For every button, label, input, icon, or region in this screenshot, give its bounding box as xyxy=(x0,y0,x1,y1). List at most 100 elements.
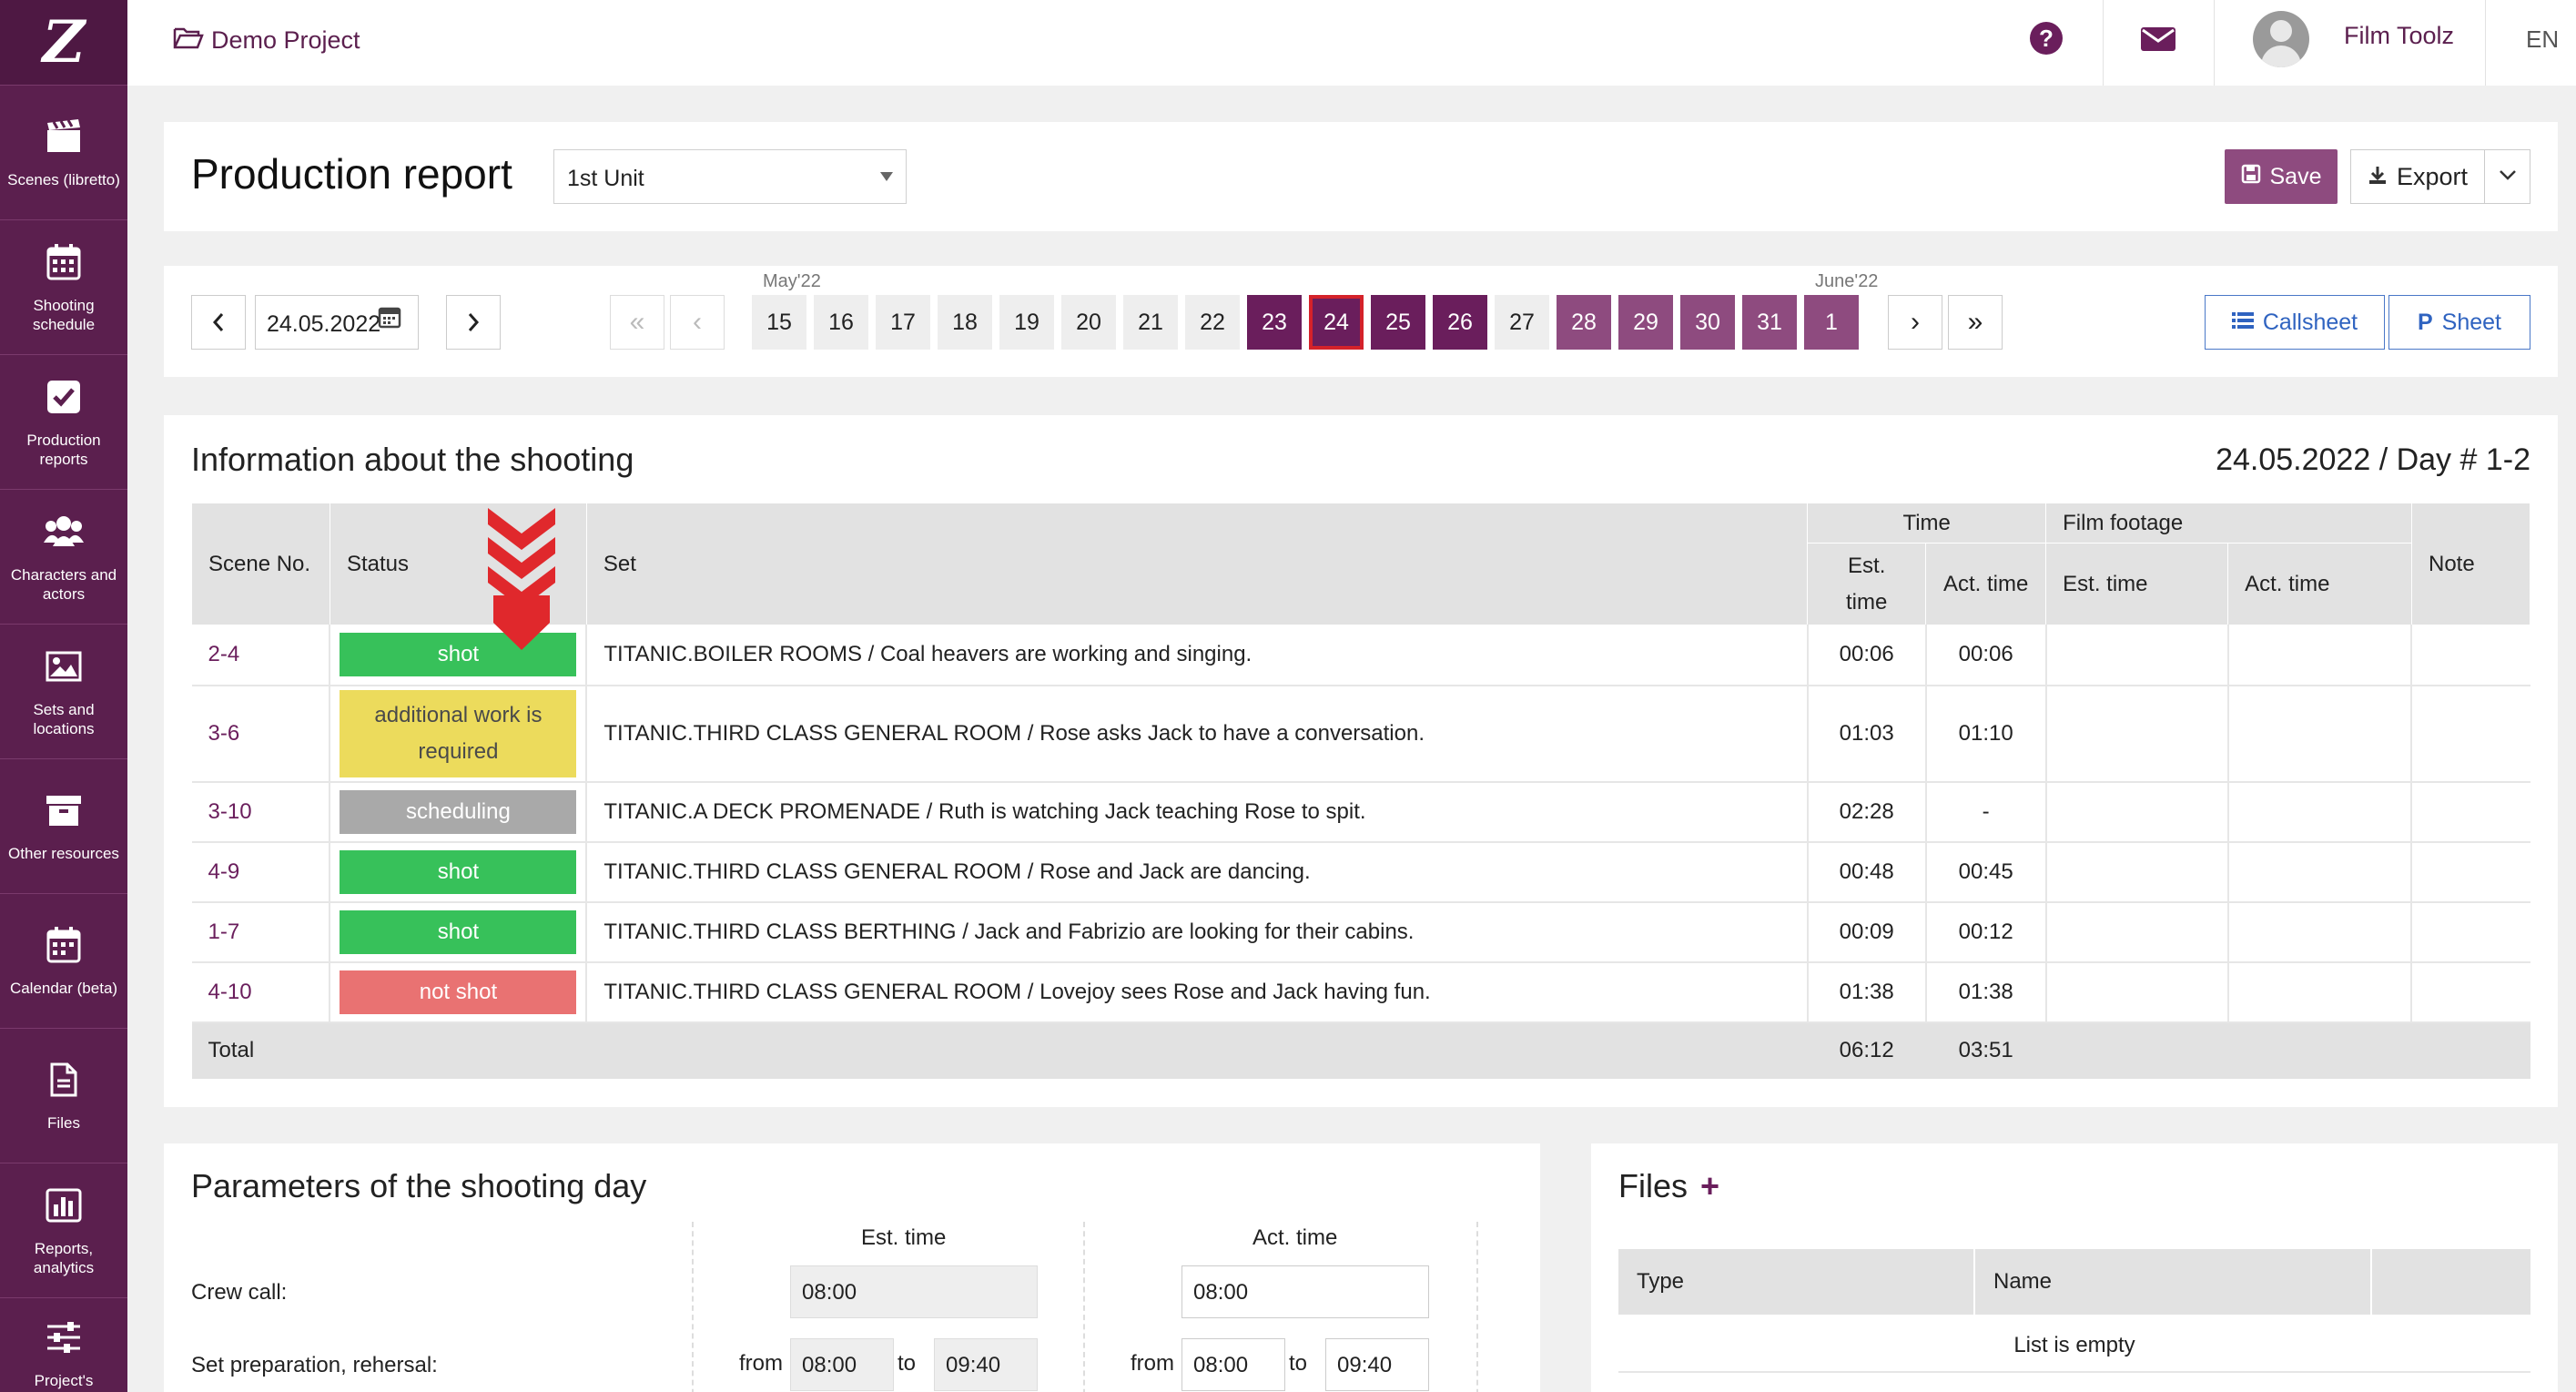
section-title: Parameters of the shooting day xyxy=(191,1167,647,1204)
sidebar-item-label: Files xyxy=(47,1114,80,1132)
sidebar-item-shooting-schedule[interactable]: Shooting schedule xyxy=(0,220,127,355)
unit-select[interactable]: 1st Unit xyxy=(553,149,907,204)
image-icon xyxy=(43,645,85,687)
last-page-button[interactable]: » xyxy=(1948,295,2003,350)
table-row[interactable]: 4-10 not shot TITANIC.THIRD CLASS GENERA… xyxy=(191,961,2530,1023)
save-button[interactable]: Save xyxy=(2225,149,2338,204)
add-file-icon[interactable]: + xyxy=(1700,1167,1719,1204)
file-icon xyxy=(43,1059,85,1101)
sidebar-item-other-resources[interactable]: Other resources xyxy=(0,759,127,894)
next-day-button[interactable] xyxy=(446,295,501,350)
table-row[interactable]: 3-10 scheduling TITANIC.A DECK PROMENADE… xyxy=(191,781,2530,843)
prep-act-from-field[interactable]: 08:00 xyxy=(1182,1338,1285,1391)
date-navigation-panel: 24.05.2022 « ‹ May'22 June'22 15 16 17 1… xyxy=(164,266,2558,377)
export-button[interactable]: Export xyxy=(2350,149,2485,204)
project-breadcrumb[interactable]: Demo Project xyxy=(173,25,360,56)
day-cell-shooting[interactable]: 26 xyxy=(1433,295,1487,350)
status-badge[interactable]: scheduling xyxy=(340,789,577,834)
day-cell-shooting[interactable]: 25 xyxy=(1371,295,1425,350)
note-cell xyxy=(2411,685,2530,783)
act-time-cell: 01:38 xyxy=(1925,961,2047,1023)
day-cell[interactable]: 15 xyxy=(752,295,806,350)
scene-number[interactable]: 3-10 xyxy=(191,781,331,843)
mail-icon[interactable] xyxy=(2141,25,2175,57)
day-cell[interactable]: 18 xyxy=(938,295,992,350)
table-row[interactable]: 4-9 shot TITANIC.THIRD CLASS GENERAL ROO… xyxy=(191,841,2530,903)
day-cell-shooting[interactable]: 30 xyxy=(1680,295,1735,350)
topbar: Demo Project ? Film Toolz EN xyxy=(127,0,2576,86)
col-header-time: Time xyxy=(1807,503,2047,544)
table-row[interactable]: 3-6 additional work is required TITANIC.… xyxy=(191,685,2530,783)
avatar[interactable] xyxy=(2253,11,2309,67)
col-header-footage: Film footage xyxy=(2045,503,2412,544)
day-cell[interactable]: 17 xyxy=(876,295,930,350)
sidebar-item-project-settings[interactable]: Project's xyxy=(0,1298,127,1392)
day-cell-shooting[interactable]: 29 xyxy=(1618,295,1673,350)
sidebar-item-reports[interactable]: Reports, analytics xyxy=(0,1163,127,1298)
scene-number[interactable]: 4-10 xyxy=(191,961,331,1023)
day-cell[interactable]: 27 xyxy=(1495,295,1549,350)
calendar-picker-icon[interactable] xyxy=(378,305,401,333)
status-badge[interactable]: additional work is required xyxy=(340,689,577,777)
divider xyxy=(2370,1249,2372,1315)
day-cell-shooting[interactable]: 28 xyxy=(1557,295,1611,350)
floppy-icon xyxy=(2241,164,2261,190)
callsheet-button[interactable]: Callsheet xyxy=(2205,295,2385,350)
day-cell-shooting[interactable]: 23 xyxy=(1247,295,1302,350)
sidebar-item-sets[interactable]: Sets and locations xyxy=(0,625,127,759)
sidebar-item-scenes[interactable]: Scenes (libretto) xyxy=(0,86,127,220)
day-cell-shooting[interactable]: 1 xyxy=(1804,295,1859,350)
files-panel: Files + Type Name List is empty xyxy=(1591,1143,2558,1392)
prev-day-button[interactable] xyxy=(191,295,246,350)
sheet-button[interactable]: P Sheet xyxy=(2388,295,2530,350)
day-cell-selected[interactable]: 24 xyxy=(1309,295,1364,350)
crew-call-act-field[interactable]: 08:00 xyxy=(1182,1265,1429,1318)
divider xyxy=(2485,0,2486,86)
unit-select-value: 1st Unit xyxy=(567,166,644,191)
prev-page-button[interactable]: ‹ xyxy=(670,295,725,350)
clapperboard-icon xyxy=(43,116,85,157)
first-page-button[interactable]: « xyxy=(610,295,664,350)
user-name[interactable]: Film Toolz xyxy=(2344,22,2454,50)
act-time-cell: 00:06 xyxy=(1925,625,2047,686)
day-cell[interactable]: 21 xyxy=(1123,295,1178,350)
day-cell[interactable]: 16 xyxy=(814,295,868,350)
status-badge[interactable]: shot xyxy=(340,909,577,954)
scene-number[interactable]: 4-9 xyxy=(191,841,331,903)
chevron-down-icon xyxy=(2499,168,2517,185)
day-cell[interactable]: 20 xyxy=(1061,295,1116,350)
table-row[interactable]: 1-7 shot TITANIC.THIRD CLASS BERTHING / … xyxy=(191,901,2530,963)
scene-number[interactable]: 1-7 xyxy=(191,901,331,963)
note-cell xyxy=(2411,625,2530,686)
scene-number[interactable]: 3-6 xyxy=(191,685,331,783)
scene-number[interactable]: 2-4 xyxy=(191,625,331,686)
project-name: Demo Project xyxy=(211,26,360,54)
save-label: Save xyxy=(2269,163,2322,189)
col-header-note: Note xyxy=(2410,503,2531,625)
prep-act-to-field[interactable]: 09:40 xyxy=(1325,1338,1429,1391)
callsheet-label: Callsheet xyxy=(2262,309,2358,335)
sidebar-item-label: Scenes (libretto) xyxy=(7,171,120,188)
app-logo[interactable]: Z xyxy=(0,0,127,86)
sidebar-item-characters[interactable]: Characters and actors xyxy=(0,490,127,625)
export-dropdown-button[interactable] xyxy=(2485,149,2530,204)
help-icon[interactable]: ? xyxy=(2030,22,2063,55)
status-badge[interactable]: shot xyxy=(340,849,577,894)
day-cell[interactable]: 19 xyxy=(999,295,1054,350)
sidebar-item-files[interactable]: Files xyxy=(0,1029,127,1163)
est-time-cell: 01:03 xyxy=(1807,685,1927,783)
divider xyxy=(692,1222,694,1392)
day-cell[interactable]: 22 xyxy=(1185,295,1240,350)
sidebar-item-calendar[interactable]: Calendar (beta) xyxy=(0,894,127,1029)
col-header-act-time: Act. time xyxy=(1925,543,2047,625)
sidebar-item-production-reports[interactable]: Production reports xyxy=(0,355,127,490)
next-page-button[interactable]: › xyxy=(1888,295,1942,350)
footage-est-cell xyxy=(2045,781,2229,843)
paragraph-icon: P xyxy=(2417,309,2433,335)
chevron-right-icon xyxy=(468,313,480,331)
sidebar-item-label: Project's xyxy=(34,1372,94,1389)
language-switcher[interactable]: EN xyxy=(2526,25,2559,54)
report-header-panel: Production report 1st Unit Save Export xyxy=(164,122,2558,231)
day-cell-shooting[interactable]: 31 xyxy=(1742,295,1797,350)
status-badge[interactable]: not shot xyxy=(340,970,577,1014)
